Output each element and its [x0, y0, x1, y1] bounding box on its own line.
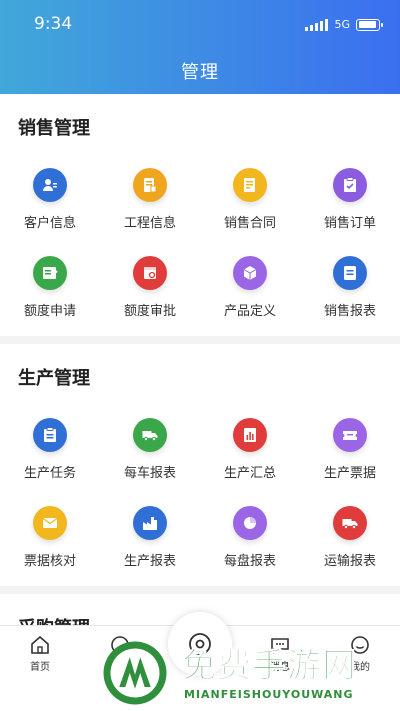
menu-item-credit-apply[interactable]: 额度申请	[0, 238, 100, 326]
section-title: 生产管理	[18, 368, 90, 389]
menu-item-label: 额度审批	[123, 304, 176, 319]
menu-item-label: 生产汇总	[223, 466, 276, 481]
transport-icon	[333, 506, 367, 540]
menu-item-transport-report[interactable]: 运输报表	[300, 488, 400, 576]
menu-item-per-batch-report[interactable]: 每盘报表	[200, 488, 300, 576]
page-title: 管理	[181, 62, 219, 83]
menu-item-production-report[interactable]: 生产报表	[100, 488, 200, 576]
menu-item-project-info[interactable]: 工程信息	[100, 150, 200, 238]
menu-item-label: 生产票据	[323, 466, 376, 481]
section-title: 销售管理	[18, 118, 90, 139]
factory-icon	[133, 506, 167, 540]
apply-icon	[33, 256, 67, 290]
report-icon	[333, 256, 367, 290]
contract-icon	[233, 168, 267, 202]
approve-icon	[133, 256, 167, 290]
menu-item-per-truck-report[interactable]: 每车报表	[100, 400, 200, 488]
menu-item-label: 票据核对	[23, 554, 76, 569]
watermark-text: 免费手游网	[182, 646, 357, 687]
menu-item-label: 产品定义	[223, 304, 276, 319]
tab-home[interactable]: 首页	[0, 634, 80, 673]
menu-content[interactable]: 销售管理 客户信息 工程信息 销售合同 销售订单 额度申请 额度审批 产品定义 …	[0, 94, 400, 625]
menu-item-product-define[interactable]: 产品定义	[200, 238, 300, 326]
menu-item-credit-approve[interactable]: 额度审批	[100, 238, 200, 326]
battery-icon	[356, 18, 383, 31]
task-icon	[33, 418, 67, 452]
network-label: 5G	[334, 18, 350, 31]
menu-item-production-task[interactable]: 生产任务	[0, 400, 100, 488]
app-header: 9:34 5G 管理	[0, 0, 400, 94]
status-indicators: 5G	[305, 18, 383, 31]
menu-grid: 客户信息 工程信息 销售合同 销售订单 额度申请 额度审批 产品定义 销售报表	[0, 150, 400, 326]
watermark-logo	[103, 641, 167, 705]
order-icon	[333, 168, 367, 202]
home-icon	[31, 635, 49, 654]
menu-item-customer-info[interactable]: 客户信息	[0, 150, 100, 238]
customer-icon	[33, 168, 67, 202]
ticket-icon	[333, 418, 367, 452]
menu-item-label: 工程信息	[123, 216, 176, 231]
mail-icon	[33, 506, 67, 540]
pie-icon	[233, 506, 267, 540]
menu-item-production-summary[interactable]: 生产汇总	[200, 400, 300, 488]
menu-item-label: 客户信息	[23, 216, 76, 231]
menu-item-label: 每盘报表	[223, 554, 276, 569]
menu-item-label: 销售订单	[323, 216, 376, 231]
status-bar: 9:34 5G	[0, 14, 400, 38]
menu-grid: 生产任务 每车报表 生产汇总 生产票据 票据核对 生产报表 每盘报表 运输报表	[0, 400, 400, 576]
section-sales: 销售管理 客户信息 工程信息 销售合同 销售订单 额度申请 额度审批 产品定义 …	[0, 94, 400, 336]
watermark-subtext: MIANFEISHOUYOUWANG	[184, 688, 354, 701]
menu-item-sales-contract[interactable]: 销售合同	[200, 150, 300, 238]
watermark: 免费手游网 MIANFEISHOUYOUWANG	[100, 638, 400, 711]
summary-icon	[233, 418, 267, 452]
status-time: 9:34	[34, 14, 73, 34]
menu-item-production-ticket[interactable]: 生产票据	[300, 400, 400, 488]
section-production: 生产管理 生产任务 每车报表 生产汇总 生产票据 票据核对 生产报表 每盘报表 …	[0, 344, 400, 586]
tab-label: 首页	[30, 662, 50, 673]
product-icon	[233, 256, 267, 290]
menu-item-label: 生产任务	[23, 466, 76, 481]
menu-item-sales-order[interactable]: 销售订单	[300, 150, 400, 238]
project-icon	[133, 168, 167, 202]
menu-item-label: 销售合同	[223, 216, 276, 231]
signal-icon	[305, 18, 329, 31]
menu-item-label: 额度申请	[23, 304, 76, 319]
truck-icon	[133, 418, 167, 452]
menu-item-ticket-check[interactable]: 票据核对	[0, 488, 100, 576]
menu-item-label: 运输报表	[323, 554, 376, 569]
menu-item-label: 每车报表	[123, 466, 176, 481]
menu-item-sales-report[interactable]: 销售报表	[300, 238, 400, 326]
menu-item-label: 生产报表	[123, 554, 176, 569]
menu-item-label: 销售报表	[323, 304, 376, 319]
